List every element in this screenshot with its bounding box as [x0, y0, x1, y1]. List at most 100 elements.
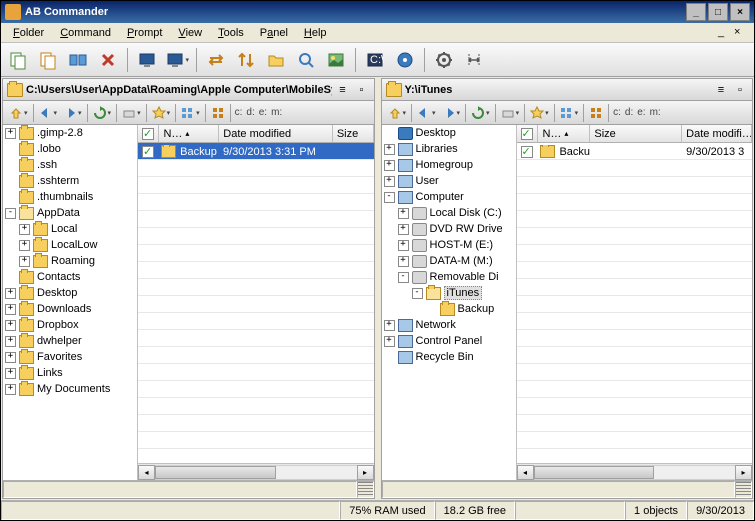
column-header[interactable]: [138, 125, 159, 142]
menu-panel[interactable]: Panel: [252, 25, 296, 41]
panel-close-icon[interactable]: ▫: [354, 82, 370, 98]
expand-icon[interactable]: +: [5, 352, 16, 363]
tree-item[interactable]: +HOST-M (E:): [382, 237, 516, 253]
sync-icon[interactable]: [203, 47, 229, 73]
tree-item[interactable]: +Control Panel: [382, 333, 516, 349]
width-icon[interactable]: [461, 47, 487, 73]
monitor-dropdown-icon[interactable]: [164, 47, 190, 73]
menu-view[interactable]: View: [170, 25, 210, 41]
tree-item[interactable]: -AppData: [3, 205, 137, 221]
up-button[interactable]: [386, 103, 409, 123]
column-header[interactable]: Size: [333, 125, 374, 142]
tree-item[interactable]: Desktop: [382, 125, 516, 141]
menu-folder[interactable]: Folder: [5, 25, 52, 41]
disk-icon[interactable]: [392, 47, 418, 73]
expand-icon[interactable]: +: [384, 336, 395, 347]
list-item[interactable]: Backup9/30/2013 3: [517, 143, 753, 160]
scroll-right-icon[interactable]: ▸: [735, 465, 752, 480]
expand-icon[interactable]: +: [5, 320, 16, 331]
favorite-button[interactable]: [528, 103, 551, 123]
tree-item[interactable]: +Homegroup: [382, 157, 516, 173]
tree-item[interactable]: +My Documents: [3, 381, 137, 397]
up-button[interactable]: [7, 103, 30, 123]
tree-item[interactable]: +Links: [3, 365, 137, 381]
left-list-header[interactable]: N… ▴Date modifiedSize: [138, 125, 374, 143]
h-scrollbar[interactable]: ◂ ▸: [138, 463, 374, 480]
column-header[interactable]: N… ▴: [538, 125, 590, 142]
tree-item[interactable]: Contacts: [3, 269, 137, 285]
close-button[interactable]: ×: [730, 3, 750, 21]
expand-icon[interactable]: +: [384, 320, 395, 331]
forward-button[interactable]: [61, 103, 84, 123]
expand-icon[interactable]: +: [384, 160, 395, 171]
minimize-button[interactable]: _: [686, 3, 706, 21]
delete-icon[interactable]: [95, 47, 121, 73]
tree-item[interactable]: +Dropbox: [3, 317, 137, 333]
drive-d-button[interactable]: d:: [245, 107, 255, 118]
drive-d-button[interactable]: d:: [624, 107, 634, 118]
view-button[interactable]: [558, 103, 581, 123]
tree-item[interactable]: Backup: [382, 301, 516, 317]
select-all-checkbox[interactable]: [521, 128, 533, 140]
expand-icon[interactable]: +: [398, 224, 409, 235]
tree-item[interactable]: -iTunes: [382, 285, 516, 301]
tree-item[interactable]: +Local Disk (C:): [382, 205, 516, 221]
tree-item[interactable]: +DATA-M (M:): [382, 253, 516, 269]
filter-button[interactable]: [587, 103, 605, 123]
scroll-thumb[interactable]: [534, 466, 655, 479]
menu-min-icon[interactable]: _: [718, 26, 734, 40]
scroll-thumb[interactable]: [155, 466, 276, 479]
drive-c-button[interactable]: c:: [612, 107, 622, 118]
menu-prompt[interactable]: Prompt: [119, 25, 170, 41]
sync-alt-icon[interactable]: [233, 47, 259, 73]
tree-item[interactable]: +Roaming: [3, 253, 137, 269]
refresh-button[interactable]: [91, 103, 114, 123]
drive-button[interactable]: [120, 103, 143, 123]
list-icon[interactable]: ≡: [335, 82, 351, 98]
copy-icon[interactable]: [5, 47, 31, 73]
expand-icon[interactable]: +: [5, 288, 16, 299]
column-header[interactable]: [517, 125, 539, 142]
favorite-button[interactable]: [150, 103, 173, 123]
back-button[interactable]: [415, 103, 438, 123]
list-icon[interactable]: ≡: [713, 82, 729, 98]
menu-tools[interactable]: Tools: [210, 25, 252, 41]
grip-icon[interactable]: [357, 481, 374, 498]
row-checkbox[interactable]: [142, 146, 154, 158]
list-item[interactable]: Backup9/30/2013 3:31 PM: [138, 143, 374, 160]
drive-e-button[interactable]: e:: [636, 107, 646, 118]
select-all-checkbox[interactable]: [142, 128, 154, 140]
menu-help[interactable]: Help: [296, 25, 335, 41]
collapse-icon[interactable]: -: [412, 288, 423, 299]
image-icon[interactable]: [323, 47, 349, 73]
collapse-icon[interactable]: -: [5, 208, 16, 219]
tree-item[interactable]: .thumbnails: [3, 189, 137, 205]
tree-item[interactable]: +Network: [382, 317, 516, 333]
pane-splitter[interactable]: [376, 77, 380, 500]
gear-icon[interactable]: [431, 47, 457, 73]
view-button[interactable]: [179, 103, 202, 123]
drive-button[interactable]: [499, 103, 522, 123]
h-scrollbar[interactable]: ◂ ▸: [517, 463, 753, 480]
tree-item[interactable]: +LocalLow: [3, 237, 137, 253]
expand-icon[interactable]: +: [19, 224, 30, 235]
tree-item[interactable]: +Downloads: [3, 301, 137, 317]
filter-button[interactable]: [209, 103, 227, 123]
forward-button[interactable]: [440, 103, 463, 123]
tree-item[interactable]: +.gimp-2.8: [3, 125, 137, 141]
expand-icon[interactable]: +: [5, 368, 16, 379]
folder-icon[interactable]: [263, 47, 289, 73]
expand-icon[interactable]: +: [19, 256, 30, 267]
drive-m-button[interactable]: m:: [649, 107, 662, 118]
scroll-left-icon[interactable]: ◂: [138, 465, 155, 480]
right-list-body[interactable]: Backup9/30/2013 3: [517, 143, 753, 463]
expand-icon[interactable]: +: [5, 384, 16, 395]
menu-close-icon[interactable]: ×: [734, 26, 750, 40]
expand-icon[interactable]: +: [5, 304, 16, 315]
collapse-icon[interactable]: -: [398, 272, 409, 283]
column-header[interactable]: Size: [590, 125, 682, 142]
tree-item[interactable]: Recycle Bin: [382, 349, 516, 365]
left-path-text[interactable]: C:\Users\User\AppData\Roaming\Apple Comp…: [26, 84, 332, 96]
expand-icon[interactable]: +: [398, 240, 409, 251]
right-tree[interactable]: Desktop+Libraries+Homegroup+User-Compute…: [382, 125, 517, 480]
